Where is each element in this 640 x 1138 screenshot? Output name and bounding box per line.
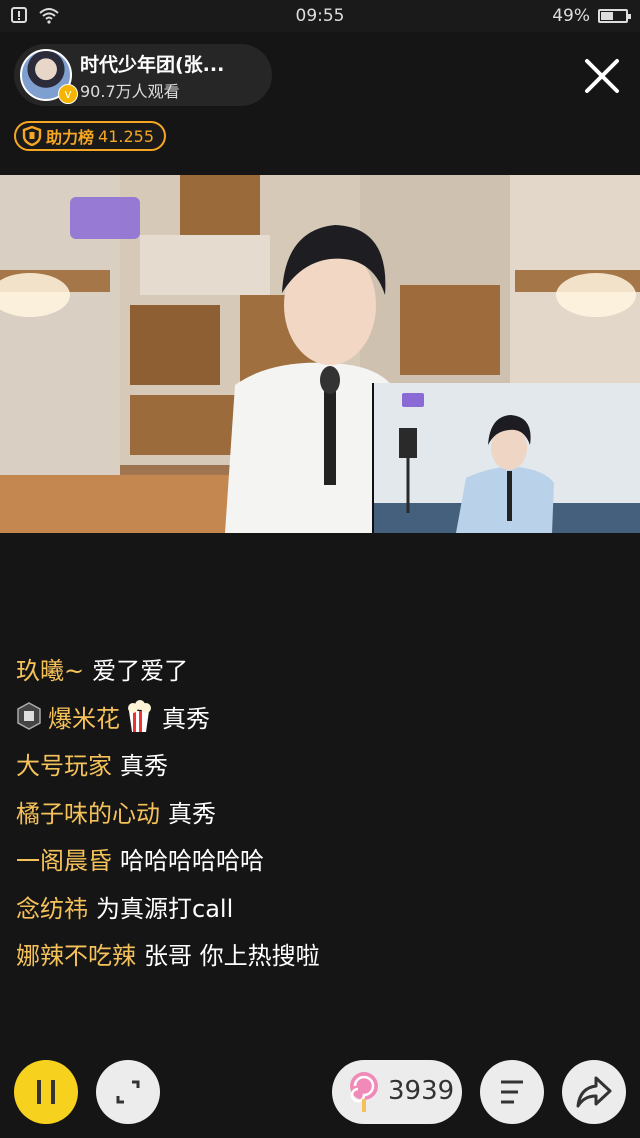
status-bar: 09:55 49% [0, 0, 640, 32]
chat-username[interactable]: 爆米花 [48, 699, 120, 734]
clock: 09:55 [295, 6, 345, 26]
chat-text: 张哥 你上热搜啦 [144, 942, 320, 971]
pip-scene [374, 383, 640, 533]
pause-icon [37, 1080, 55, 1104]
host-name: 时代少年团(张... [80, 54, 225, 76]
popcorn-icon [128, 700, 151, 733]
chat-message: 玖曦~ 爱了爱了 [16, 645, 626, 693]
level-badge-icon [17, 702, 41, 731]
chat-message: 一阁晨昏 哈哈哈哈哈哈 [16, 835, 626, 883]
chat-message: 念纺祎 为真源打call [16, 883, 626, 931]
chat-text: 爱了爱了 [92, 657, 189, 686]
menu-icon [501, 1080, 523, 1104]
chat-text: 哈哈哈哈哈哈 [120, 847, 264, 876]
gift-button[interactable]: 3939 [332, 1060, 462, 1124]
rank-value: 41.255 [98, 126, 154, 146]
chat-text: 为真源打call [96, 894, 234, 923]
verified-icon: v [58, 84, 78, 104]
chat-username[interactable]: 娜辣不吃辣 [16, 936, 136, 971]
rank-label: 助力榜 [46, 128, 95, 147]
chat-list: 玖曦~ 爱了爱了 爆米花 真秀 大号玩家 真秀 橘子味的心动 真秀 一阁晨昏 哈哈哈哈哈哈 念纺祎为… [16, 645, 626, 978]
lollipop-icon [350, 1072, 378, 1112]
chat-message: 橘子味的心动 真秀 [16, 788, 626, 836]
fullscreen-button[interactable] [96, 1060, 160, 1124]
battery-percent: 49% [552, 6, 590, 26]
menu-button[interactable] [480, 1060, 544, 1124]
fullscreen-icon [116, 1080, 140, 1104]
chat-username[interactable]: 玖曦~ [16, 651, 84, 686]
chat-username[interactable]: 一阁晨昏 [16, 841, 112, 876]
shield-icon [22, 126, 42, 146]
chat-username[interactable]: 大号玩家 [16, 746, 112, 781]
host-info[interactable]: v 时代少年团(张... 90.7万人观看 [14, 44, 272, 106]
support-rank-button[interactable]: 助力榜 41.255 [14, 121, 166, 151]
gift-count: 3939 [388, 1076, 455, 1106]
close-icon[interactable] [582, 56, 622, 96]
share-button[interactable] [562, 1060, 626, 1124]
pause-button[interactable] [14, 1060, 78, 1124]
viewer-count: 90.7万人观看 [80, 82, 180, 101]
chat-text: 真秀 [168, 799, 216, 828]
pip-video[interactable] [372, 383, 640, 533]
chat-message: 大号玩家 真秀 [16, 740, 626, 788]
share-icon [576, 1076, 612, 1108]
chat-text: 真秀 [120, 752, 168, 781]
chat-username[interactable]: 橘子味的心动 [16, 794, 160, 829]
chat-username[interactable]: 念纺祎 [16, 889, 88, 924]
battery-icon [598, 9, 631, 23]
chat-message: 娜辣不吃辣 张哥 你上热搜啦 [16, 930, 626, 978]
chat-message: 爆米花 真秀 [16, 693, 626, 741]
chat-text: 真秀 [162, 704, 210, 733]
